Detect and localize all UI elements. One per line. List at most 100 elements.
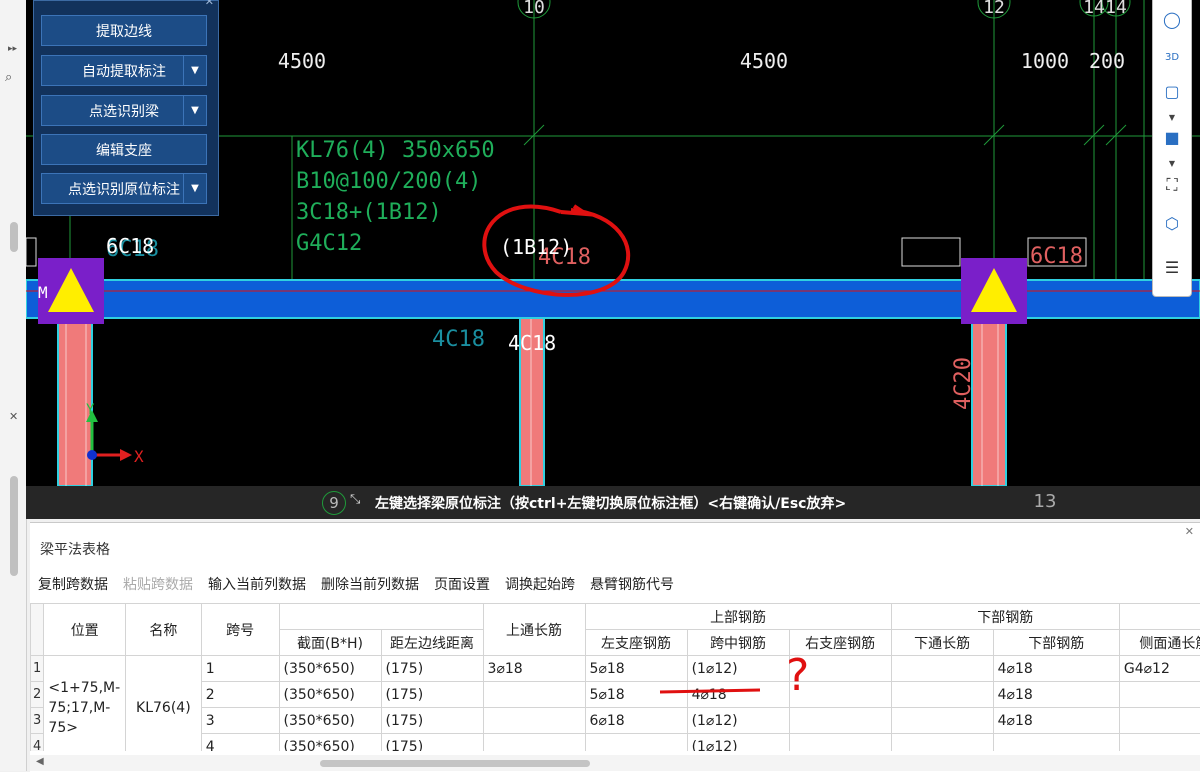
dimension-text: 4500 xyxy=(278,49,326,73)
cell-section[interactable]: (350*650) xyxy=(279,734,381,752)
cell-distance[interactable]: (175) xyxy=(381,734,483,752)
col-header-bottom-rebar[interactable]: 下部钢筋 xyxy=(993,630,1119,656)
cell-side-through[interactable] xyxy=(1119,734,1200,752)
col-header-side-through[interactable]: 侧面通长筋 xyxy=(1119,630,1200,656)
scrollbar-thumb[interactable] xyxy=(10,222,18,252)
col-header-distance[interactable]: 距左边线距离 xyxy=(381,630,483,656)
button-label: 自动提取标注 xyxy=(82,61,166,81)
cell-bottom-through[interactable] xyxy=(891,656,993,682)
cell-span[interactable]: 3 xyxy=(201,708,279,734)
col-header-section[interactable]: 截面(B*H) xyxy=(279,630,381,656)
col-header-name[interactable]: 名称 xyxy=(125,604,201,656)
cell-section[interactable]: (350*650) xyxy=(279,708,381,734)
cell-span[interactable]: 4 xyxy=(201,734,279,752)
horizontal-scrollbar[interactable]: ◀ xyxy=(30,755,1200,771)
markup-annotation: ? xyxy=(650,640,820,720)
input-column-data-button[interactable]: 输入当前列数据 xyxy=(208,574,306,594)
rebar-label-bottom-cyan: 4C18 xyxy=(432,327,485,352)
table-row[interactable]: 1 <1+75,M-75;17,M-75> KL76(4) 1 (350*650… xyxy=(31,656,1200,682)
table-row[interactable]: 2 2 (350*650) (175) 5⌀18 4⌀18 4⌀18 xyxy=(31,682,1200,708)
col-header-section-group xyxy=(279,604,483,630)
auto-extract-annotation-button[interactable]: 自动提取标注 ▼ xyxy=(41,55,207,86)
cell-section[interactable]: (350*650) xyxy=(279,656,381,682)
table-row[interactable]: 4 4 (350*650) (175) (1⌀12) xyxy=(31,734,1200,752)
rebar-label-right: 6C18 xyxy=(1030,244,1083,269)
panel-title: 梁平法表格 xyxy=(40,539,110,559)
cell-side-through[interactable]: G4⌀12 xyxy=(1119,656,1200,682)
cell-bottom-rebar[interactable]: 4⌀18 xyxy=(993,656,1119,682)
chevron-down-icon[interactable]: ▼ xyxy=(183,174,206,203)
cell-right-support[interactable] xyxy=(789,734,891,752)
orbit-icon[interactable]: ◯ xyxy=(1159,6,1185,32)
row-number: 3 xyxy=(31,708,44,734)
extract-edges-button[interactable]: 提取边线 xyxy=(41,15,207,46)
cell-distance[interactable]: (175) xyxy=(381,708,483,734)
scrollbar-thumb-2[interactable] xyxy=(10,476,18,576)
cell-bottom-through[interactable] xyxy=(891,682,993,708)
cell-left-support[interactable] xyxy=(585,734,687,752)
rebar-label-white: 6C18 xyxy=(106,234,154,258)
cantilever-rebar-code-button[interactable]: 悬臂钢筋代号 xyxy=(590,574,674,594)
cell-bottom-rebar[interactable] xyxy=(993,734,1119,752)
pick-recognize-in-situ-button[interactable]: 点选识别原位标注▼ xyxy=(41,173,207,204)
properties-icon[interactable]: ☰ xyxy=(1159,254,1185,280)
corner-cell xyxy=(31,604,44,656)
col-header-span[interactable]: 跨号 xyxy=(201,604,279,656)
button-label: 点选识别原位标注 xyxy=(68,179,180,199)
panel-close-icon[interactable]: ✕ xyxy=(205,0,214,8)
copy-span-data-button[interactable]: 复制跨数据 xyxy=(38,574,108,594)
search-icon[interactable]: ⌕ xyxy=(5,70,12,85)
cell-top-through[interactable] xyxy=(483,734,585,752)
cell-mid-span[interactable]: (1⌀12) xyxy=(687,734,789,752)
scroll-left-icon[interactable]: ◀ xyxy=(36,756,44,767)
cell-bottom-rebar[interactable]: 4⌀18 xyxy=(993,708,1119,734)
solid-cube-icon[interactable]: ■ xyxy=(1159,124,1185,150)
cell-span[interactable]: 1 xyxy=(201,656,279,682)
cell-top-through[interactable] xyxy=(483,708,585,734)
cell-name[interactable]: KL76(4) xyxy=(125,656,201,752)
markup-question-mark: ? xyxy=(786,650,809,701)
fullscreen-icon[interactable]: ⛶ xyxy=(1159,172,1185,198)
beam-annotation-line: 3C18+(1B12) xyxy=(296,200,442,225)
column-right xyxy=(972,318,1006,486)
cell-side-through[interactable] xyxy=(1119,682,1200,708)
col-header-top-through[interactable]: 上通长筋 xyxy=(483,604,585,656)
isolate-view-icon[interactable]: ⬡ xyxy=(1159,210,1185,236)
scrollbar-thumb[interactable] xyxy=(320,760,590,767)
view-toolbar: ◯ 3D ▢ ▼ ■ ▼ ⛶ ⬡ ☰ xyxy=(1152,0,1192,297)
y-axis-label: Y xyxy=(86,402,95,418)
grid-toolbar: 复制跨数据 粘贴跨数据 输入当前列数据 删除当前列数据 页面设置 调换起始跨 悬… xyxy=(38,574,674,594)
cell-bottom-through[interactable] xyxy=(891,734,993,752)
cube-icon[interactable]: ▢ xyxy=(1159,78,1185,104)
cell-side-through[interactable] xyxy=(1119,708,1200,734)
cell-distance[interactable]: (175) xyxy=(381,656,483,682)
swap-start-span-button[interactable]: 调换起始跨 xyxy=(505,574,575,594)
col-header-position[interactable]: 位置 xyxy=(44,604,126,656)
delete-column-data-button[interactable]: 删除当前列数据 xyxy=(321,574,419,594)
cell-position[interactable]: <1+75,M-75;17,M-75> xyxy=(44,656,126,752)
cell-distance[interactable]: (175) xyxy=(381,682,483,708)
cell-top-through[interactable] xyxy=(483,682,585,708)
3d-view-icon[interactable]: 3D xyxy=(1159,44,1185,70)
paste-span-data-button[interactable]: 粘贴跨数据 xyxy=(123,574,193,594)
chevron-down-icon[interactable]: ▼ xyxy=(183,96,206,125)
beam-table-panel: ✕ 梁平法表格 复制跨数据 粘贴跨数据 输入当前列数据 删除当前列数据 页面设置… xyxy=(30,522,1200,772)
page-setup-button[interactable]: 页面设置 xyxy=(434,574,490,594)
cell-bottom-rebar[interactable]: 4⌀18 xyxy=(993,682,1119,708)
cell-bottom-through[interactable] xyxy=(891,708,993,734)
row-number: 4 xyxy=(31,734,44,752)
cell-span[interactable]: 2 xyxy=(201,682,279,708)
expand-icon[interactable]: ▸▸ xyxy=(8,44,17,54)
pick-recognize-beam-button[interactable]: 点选识别梁 ▼ xyxy=(41,95,207,126)
cell-top-through[interactable]: 3⌀18 xyxy=(483,656,585,682)
close-icon[interactable]: ✕ xyxy=(9,410,18,423)
edit-support-button[interactable]: 编辑支座 xyxy=(41,134,207,165)
close-icon[interactable]: ✕ xyxy=(1185,525,1194,538)
table-row[interactable]: 3 3 (350*650) (175) 6⌀18 (1⌀12) 4⌀18 xyxy=(31,708,1200,734)
markup-underline xyxy=(660,690,760,692)
chevron-down-icon[interactable]: ▼ xyxy=(183,56,206,85)
dimension-text: 200 xyxy=(1089,49,1125,73)
button-label: 点选识别梁 xyxy=(89,101,159,121)
cell-section[interactable]: (350*650) xyxy=(279,682,381,708)
col-header-bottom-through[interactable]: 下通长筋 xyxy=(891,630,993,656)
